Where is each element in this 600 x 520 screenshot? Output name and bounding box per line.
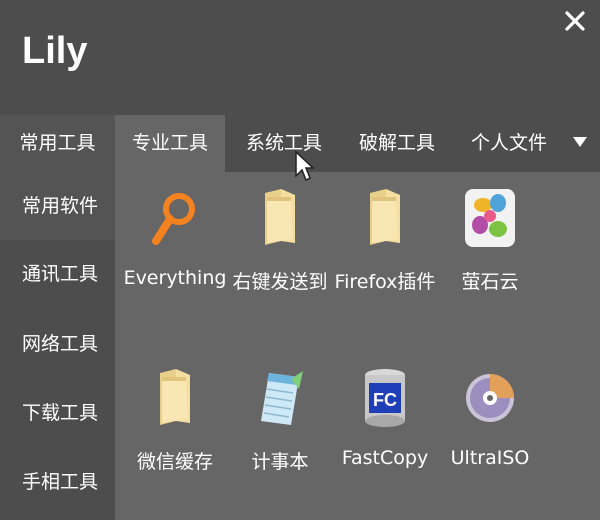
mouse-cursor-icon xyxy=(294,150,315,182)
ultraiso-icon xyxy=(461,367,519,429)
app-everything[interactable]: Everything xyxy=(120,187,230,297)
app-label: UltraISO xyxy=(450,447,530,469)
folder-icon xyxy=(251,187,309,249)
tab-common-tools[interactable]: 常用工具 xyxy=(0,115,115,172)
tabs-more-button[interactable] xyxy=(566,128,594,156)
close-button[interactable] xyxy=(562,8,588,34)
folder-icon xyxy=(146,367,204,429)
app-title: Lily xyxy=(22,30,88,72)
folder-icon xyxy=(356,187,414,249)
everything-icon xyxy=(146,187,204,249)
app-ezviz[interactable]: 萤石云 xyxy=(435,187,545,297)
app-wechat-cache[interactable]: 微信缓存 xyxy=(120,367,230,477)
fastcopy-icon: FC xyxy=(356,367,414,429)
notepad-icon xyxy=(251,367,309,429)
tab-system-tools[interactable]: 系统工具 xyxy=(229,115,339,172)
triangle-down-icon xyxy=(573,137,587,147)
close-icon xyxy=(565,11,585,31)
app-fastcopy[interactable]: FC FastCopy xyxy=(330,367,440,477)
app-grid: Everything 右键发送到 Firefox插件 萤石云 微信缓存 计事本 … xyxy=(115,172,600,520)
app-ultraiso[interactable]: UltraISO xyxy=(435,367,545,477)
sidebar-item-download-tools[interactable]: 下载工具 xyxy=(0,379,115,447)
tab-professional-tools[interactable]: 专业工具 xyxy=(115,115,225,172)
svg-text:FC: FC xyxy=(373,390,397,410)
sidebar-item-palm-tools[interactable]: 手相工具 xyxy=(0,448,115,516)
sidebar: 常用软件 通讯工具 网络工具 下载工具 手相工具 xyxy=(0,172,115,520)
app-firefox-plugins[interactable]: Firefox插件 xyxy=(330,187,440,297)
tab-personal-files[interactable]: 个人文件 xyxy=(454,115,564,172)
ezviz-icon xyxy=(461,187,519,249)
sidebar-item-common-software[interactable]: 常用软件 xyxy=(0,172,115,240)
tab-crack-tools[interactable]: 破解工具 xyxy=(342,115,452,172)
sidebar-item-communication-tools[interactable]: 通讯工具 xyxy=(0,240,115,308)
app-right-click-send-to[interactable]: 右键发送到 xyxy=(225,187,335,297)
app-label: 萤石云 xyxy=(461,271,519,293)
sidebar-item-network-tools[interactable]: 网络工具 xyxy=(0,310,115,378)
app-notepad[interactable]: 计事本 xyxy=(225,367,335,477)
